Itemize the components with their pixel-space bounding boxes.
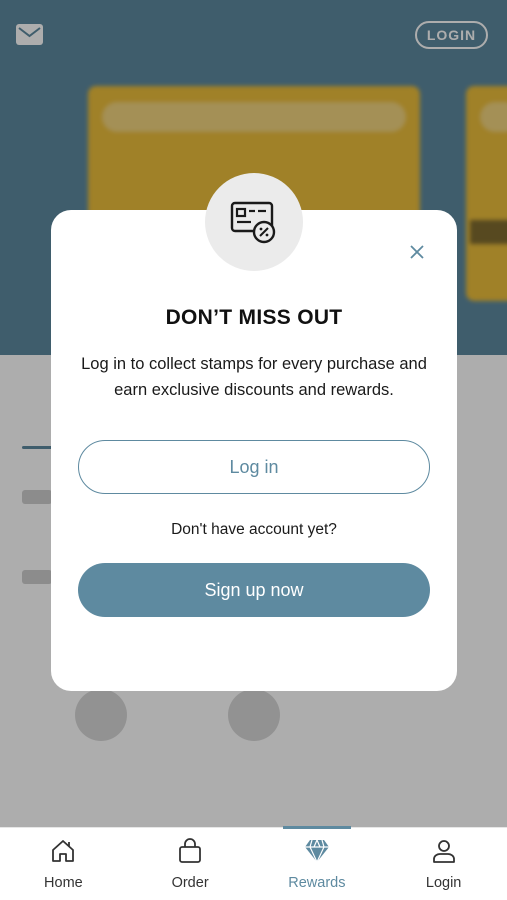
signup-button[interactable]: Sign up now: [78, 563, 430, 617]
home-icon: [49, 836, 77, 866]
login-button[interactable]: Log in: [78, 440, 430, 494]
modal-description: Log in to collect stamps for every purch…: [81, 355, 427, 399]
nav-item-label: Home: [44, 875, 83, 891]
loyalty-card-discount-icon: [205, 173, 303, 271]
no-account-text: Don't have account yet?: [171, 521, 337, 538]
modal-title: DON’T MISS OUT: [165, 306, 343, 329]
login-prompt-modal: DON’T MISS OUT Log in to collect stamps …: [51, 173, 457, 691]
nav-item-order[interactable]: Order: [127, 828, 254, 900]
close-icon[interactable]: [406, 241, 428, 263]
bag-icon: [176, 836, 204, 866]
nav-item-home[interactable]: Home: [0, 828, 127, 900]
active-tab-indicator: [282, 826, 351, 829]
nav-item-rewards[interactable]: Rewards: [254, 826, 381, 900]
nav-item-label: Order: [171, 875, 209, 891]
bottom-nav: Home Order Rewards Login: [0, 826, 507, 900]
nav-item-label: Rewards: [288, 875, 346, 891]
nav-item-label: Login: [425, 875, 462, 891]
user-icon: [430, 836, 458, 866]
nav-item-login[interactable]: Login: [380, 828, 507, 900]
diamond-icon: [303, 836, 331, 866]
